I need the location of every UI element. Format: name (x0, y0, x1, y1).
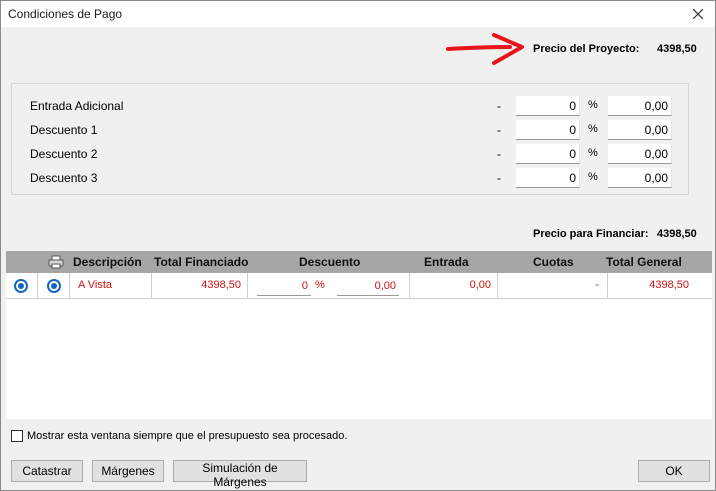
payment-options-table: Descripción Total Financiado Descuento E… (6, 251, 712, 419)
row-cuotas: - (595, 279, 599, 291)
project-price-value: 4398,50 (657, 43, 697, 55)
descuento-3-amount-input[interactable] (608, 168, 672, 188)
adjustment-label: Entrada Adicional (30, 99, 124, 113)
adjustment-dash: - (497, 147, 501, 161)
column-header-descripcion: Descripción (73, 255, 142, 269)
column-header-descuento: Descuento (299, 255, 361, 269)
adjustment-row-descuento-3: Descuento 3 - % (12, 168, 688, 188)
descuento-2-amount-input[interactable] (608, 144, 672, 164)
row-print-radio-button[interactable] (47, 279, 61, 293)
descuento-1-amount-input[interactable] (608, 120, 672, 140)
show-window-checkbox-label[interactable]: Mostrar esta ventana siempre que el pres… (27, 430, 347, 442)
row-cuotas-cell: - (498, 273, 608, 299)
row-entrada: 0,00 (469, 279, 491, 291)
percent-sign: % (588, 99, 598, 111)
column-header-entrada: Entrada (424, 255, 469, 269)
adjustment-row-entrada-adicional: Entrada Adicional - % (12, 96, 688, 116)
column-header-total-general: Total General (606, 255, 682, 269)
descuento-1-percent-input[interactable] (516, 120, 580, 140)
finance-price-value: 4398,50 (657, 228, 697, 240)
simulacion-margenes-button[interactable]: Simulación de Márgenes (173, 460, 307, 489)
red-arrow-icon (446, 33, 524, 65)
printer-icon[interactable] (48, 255, 64, 269)
column-header-total-financiado: Total Financiado (154, 255, 249, 269)
row-description-cell: A Vista (70, 273, 152, 299)
adjustment-row-descuento-1: Descuento 1 - % (12, 120, 688, 140)
table-row[interactable]: A Vista 4398,50 % 0,00 - 4398,50 (6, 273, 712, 299)
adjustment-label: Descuento 2 (30, 147, 98, 161)
adjustment-dash: - (497, 123, 501, 137)
entrada-adicional-amount-input[interactable] (608, 96, 672, 116)
percent-sign: % (588, 123, 598, 135)
adjustment-label: Descuento 3 (30, 171, 98, 185)
payment-conditions-dialog: Condiciones de Pago Precio del Proyecto:… (0, 0, 716, 491)
descuento-2-percent-input[interactable] (516, 144, 580, 164)
row-radio-button[interactable] (14, 279, 28, 293)
row-total-general-cell: 4398,50 (608, 273, 712, 299)
adjustment-dash: - (497, 99, 501, 113)
title-bar: Condiciones de Pago (1, 1, 715, 27)
margenes-button[interactable]: Márgenes (92, 460, 164, 482)
percent-sign: % (588, 147, 598, 159)
row-select-cell (6, 273, 38, 299)
adjustment-dash: - (497, 171, 501, 185)
show-window-checkbox[interactable] (11, 430, 23, 442)
close-icon (693, 9, 703, 19)
row-percent-sign: % (315, 279, 325, 291)
window-title: Condiciones de Pago (8, 7, 123, 21)
adjustments-panel: Entrada Adicional - % Descuento 1 - % De… (11, 83, 689, 195)
adjustment-label: Descuento 1 (30, 123, 98, 137)
row-descuento-percent-input[interactable] (257, 276, 311, 296)
row-print-cell (38, 273, 70, 299)
percent-sign: % (588, 171, 598, 183)
row-total-financiado-cell: 4398,50 (152, 273, 248, 299)
column-header-cuotas: Cuotas (533, 255, 574, 269)
row-descuento-amount-input[interactable] (337, 276, 399, 296)
row-description: A Vista (78, 279, 113, 291)
row-entrada-cell: 0,00 (410, 273, 498, 299)
entrada-adicional-percent-input[interactable] (516, 96, 580, 116)
close-button[interactable] (685, 3, 711, 25)
row-descuento-cell: % (248, 273, 410, 299)
descuento-3-percent-input[interactable] (516, 168, 580, 188)
adjustment-row-descuento-2: Descuento 2 - % (12, 144, 688, 164)
row-total-general: 4398,50 (649, 279, 689, 291)
finance-price-label: Precio para Financiar: (533, 228, 649, 240)
row-total-financiado: 4398,50 (201, 279, 241, 291)
ok-button[interactable]: OK (638, 460, 710, 482)
table-header: Descripción Total Financiado Descuento E… (6, 251, 712, 273)
project-price-label: Precio del Proyecto: (533, 43, 640, 55)
catastrar-button[interactable]: Catastrar (11, 460, 83, 482)
